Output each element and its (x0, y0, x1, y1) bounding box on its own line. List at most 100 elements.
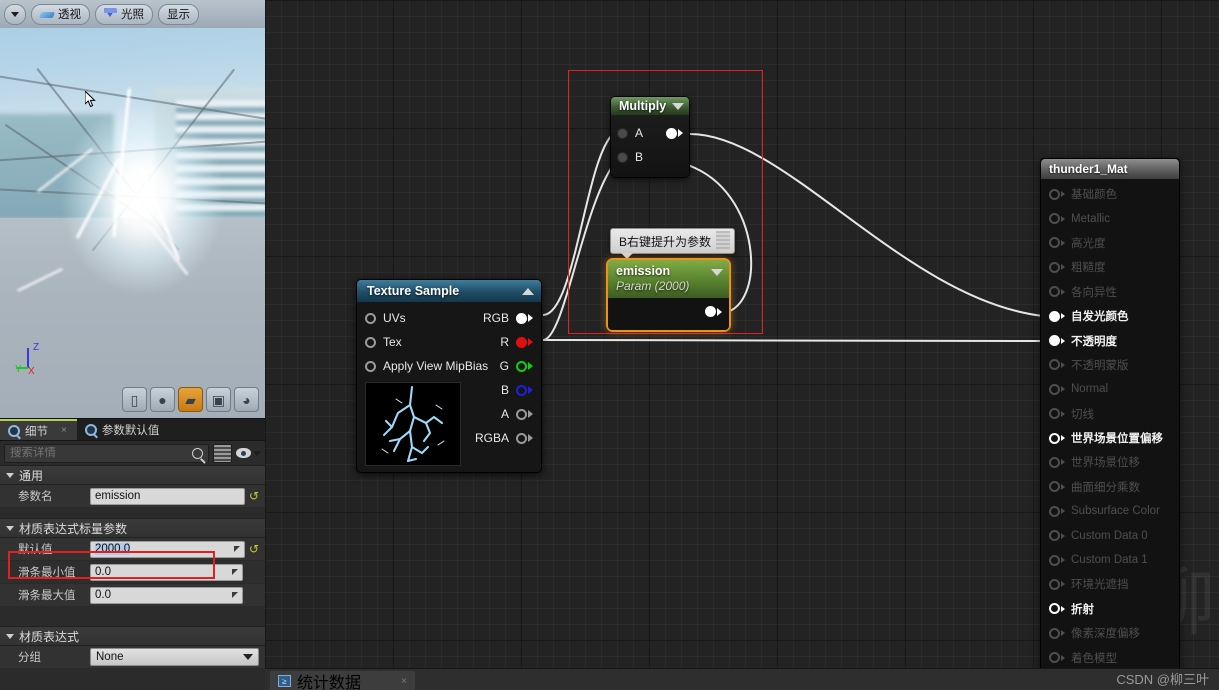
viewport-options-button[interactable] (4, 3, 26, 25)
section-header-scalar-param[interactable]: 材质表达式标量参数 (0, 518, 265, 538)
output-pin-icon[interactable] (515, 384, 527, 396)
search-input-wrapper[interactable] (4, 443, 209, 463)
material-pin-row[interactable]: 粗糙度 (1041, 255, 1179, 279)
material-pin-row[interactable]: 高光度 (1041, 231, 1179, 255)
chevron-down-icon[interactable] (672, 102, 685, 110)
preview-shape-sphere[interactable]: ● (150, 387, 175, 412)
output-pin-icon[interactable] (515, 432, 527, 444)
close-icon[interactable]: × (401, 676, 407, 687)
node-multiply-header[interactable]: Multiply (611, 97, 689, 115)
search-input[interactable] (10, 447, 192, 459)
input-pin-icon[interactable] (365, 336, 376, 348)
material-pin-row[interactable]: 环境光遮挡 (1041, 572, 1179, 596)
node-texture-sample[interactable]: Texture Sample UVs Tex Apply View MipBia… (356, 279, 542, 473)
material-input-pin-icon[interactable] (1049, 188, 1060, 200)
chevron-up-icon[interactable] (522, 287, 534, 295)
show-button[interactable]: 显示 (158, 3, 199, 25)
material-pin-row[interactable]: Subsurface Color (1041, 499, 1179, 523)
texture-thumbnail[interactable] (365, 382, 461, 466)
material-input-pin-icon[interactable] (1049, 335, 1060, 347)
material-graph-canvas[interactable]: 柳 Multiply A (265, 0, 1219, 690)
material-input-pin-icon[interactable] (1049, 408, 1060, 420)
revert-icon[interactable]: ↺ (249, 542, 259, 556)
material-pin-row[interactable]: 不透明度 (1041, 328, 1179, 352)
input-pin-icon[interactable] (365, 360, 376, 372)
texsample-pin-tex[interactable]: Tex (357, 330, 458, 354)
material-pin-row[interactable]: 自发光颜色 (1041, 304, 1179, 328)
lighting-button[interactable]: 光照 (95, 3, 153, 25)
section-header-general[interactable]: 通用 (0, 465, 265, 485)
node-multiply-pin-a[interactable]: A (611, 121, 689, 145)
node-emission-param[interactable]: emission Param (2000) (606, 258, 731, 332)
preview-shape-plane[interactable]: ▰ (178, 387, 203, 412)
material-input-pin-icon[interactable] (1049, 310, 1060, 322)
node-emission-output-pin[interactable] (705, 306, 722, 317)
material-input-pin-icon[interactable] (1049, 481, 1060, 493)
material-pin-row[interactable]: Custom Data 0 (1041, 523, 1179, 547)
texsample-out-g[interactable]: G (458, 354, 541, 378)
material-input-pin-icon[interactable] (1049, 578, 1060, 590)
close-icon[interactable]: × (61, 425, 67, 436)
material-pin-row[interactable]: 曲面细分乘数 (1041, 475, 1179, 499)
node-material-output-header[interactable]: thunder1_Mat (1041, 159, 1179, 179)
material-input-pin-icon[interactable] (1049, 261, 1060, 273)
material-pin-row[interactable]: 像素深度偏移 (1041, 621, 1179, 645)
input-pin-icon[interactable] (617, 151, 628, 163)
texsample-out-r[interactable]: R (458, 330, 541, 354)
texsample-out-rgb[interactable]: RGB (458, 306, 541, 330)
input-pin-icon[interactable] (365, 312, 376, 324)
material-pin-row[interactable]: Metallic (1041, 206, 1179, 230)
chevron-down-icon[interactable] (711, 269, 723, 276)
material-pin-row[interactable]: 不透明蒙版 (1041, 353, 1179, 377)
spinner-icon[interactable] (233, 546, 240, 552)
material-pin-row[interactable]: 基础颜色 (1041, 182, 1179, 206)
material-pin-row[interactable]: 切线 (1041, 402, 1179, 426)
material-input-pin-icon[interactable] (1049, 359, 1060, 371)
texsample-pin-uvs[interactable]: UVs (357, 306, 458, 330)
perspective-button[interactable]: 透视 (31, 3, 90, 25)
output-pin-icon[interactable] (515, 360, 527, 372)
material-input-pin-icon[interactable] (1049, 554, 1060, 566)
material-pin-row[interactable]: 世界场景位置偏移 (1041, 426, 1179, 450)
node-material-output[interactable]: thunder1_Mat 基础颜色 Metallic 高光度 粗糙度 各向异性 自发光颜色… (1040, 158, 1180, 677)
material-input-pin-icon[interactable] (1049, 456, 1060, 468)
preview-shape-cube[interactable]: ▣ (206, 387, 231, 412)
output-pin-icon[interactable] (705, 306, 716, 317)
texsample-out-rgba[interactable]: RGBA (458, 426, 541, 450)
material-input-pin-icon[interactable] (1049, 530, 1060, 542)
texsample-pin-mipbias[interactable]: Apply View MipBias (357, 354, 488, 378)
revert-icon[interactable]: ↺ (249, 489, 259, 503)
display-options-button[interactable] (213, 443, 232, 463)
material-pin-row[interactable]: Normal (1041, 377, 1179, 401)
material-input-pin-icon[interactable] (1049, 603, 1060, 615)
output-pin-icon[interactable] (666, 127, 677, 139)
default-value-input[interactable]: 2000.0 (90, 540, 245, 558)
material-preview-viewport[interactable]: Z Y X ▯ ● ▰ ▣ ◕ (0, 28, 265, 418)
node-texture-sample-header[interactable]: Texture Sample (357, 280, 541, 302)
node-multiply-pin-b[interactable]: B (611, 145, 689, 169)
node-emission-header[interactable]: emission Param (2000) (608, 260, 729, 298)
material-input-pin-icon[interactable] (1049, 652, 1060, 664)
output-pin-icon[interactable] (515, 312, 527, 324)
material-input-pin-icon[interactable] (1049, 627, 1060, 639)
material-pin-row[interactable]: 折射 (1041, 597, 1179, 621)
preview-shape-cylinder[interactable]: ▯ (122, 387, 147, 412)
texsample-out-a[interactable]: A (458, 402, 541, 426)
texsample-out-b[interactable]: B (458, 378, 541, 402)
output-pin-icon[interactable] (515, 336, 527, 348)
tab-details[interactable]: 细节 × (0, 419, 77, 440)
visibility-filter-button[interactable] (236, 448, 261, 458)
material-input-pin-icon[interactable] (1049, 432, 1060, 444)
stats-tab[interactable]: ≥ 统计数据 × (270, 671, 415, 690)
material-input-pin-icon[interactable] (1049, 383, 1060, 395)
slider-max-input[interactable]: 0.0 (90, 586, 243, 604)
material-pin-row[interactable]: Custom Data 1 (1041, 548, 1179, 572)
material-input-pin-icon[interactable] (1049, 505, 1060, 517)
tab-parameter-defaults[interactable]: 参数默认值 (77, 419, 170, 440)
section-header-material-expression[interactable]: 材质表达式 (0, 626, 265, 646)
material-input-pin-icon[interactable] (1049, 213, 1060, 225)
preview-shape-teapot[interactable]: ◕ (234, 387, 259, 412)
material-pin-row[interactable]: 各向异性 (1041, 280, 1179, 304)
material-pin-row[interactable]: 世界场景位移 (1041, 450, 1179, 474)
material-input-pin-icon[interactable] (1049, 286, 1060, 298)
